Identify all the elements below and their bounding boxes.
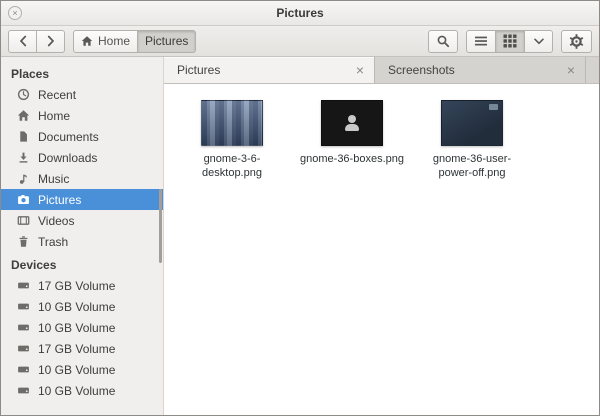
camera-icon (16, 193, 30, 206)
music-note-icon (16, 172, 30, 185)
file-name: gnome-36-user-power-off.png (418, 152, 526, 181)
view-options-dropdown-button[interactable] (524, 30, 553, 53)
sidebar-item-label: 10 GB Volume (38, 384, 115, 398)
sidebar-item-label: 10 GB Volume (38, 300, 115, 314)
document-icon (16, 130, 30, 143)
sidebar-item-label: Pictures (38, 193, 81, 207)
drive-icon (16, 363, 30, 376)
drive-icon (16, 279, 30, 292)
sidebar-item-home[interactable]: Home (1, 105, 163, 126)
file-thumbnail (201, 100, 263, 146)
trash-icon (16, 235, 30, 248)
forward-button[interactable] (36, 30, 65, 53)
sidebar-item-label: 17 GB Volume (38, 279, 115, 293)
sidebar-item-downloads[interactable]: Downloads (1, 147, 163, 168)
download-arrow-icon (16, 151, 30, 164)
window-close-button[interactable]: × (8, 6, 22, 20)
search-icon (436, 34, 450, 48)
breadcrumb-pictures-button[interactable]: Pictures (137, 30, 196, 53)
home-icon (81, 35, 93, 47)
sidebar-item-label: Downloads (38, 151, 97, 165)
sidebar-item-label: Recent (38, 88, 76, 102)
gear-icon (569, 34, 584, 49)
file-grid: gnome-3-6-desktop.png gnome-36-boxes.png… (164, 84, 599, 415)
sidebar-item-volume-6[interactable]: 10 GB Volume (1, 380, 163, 401)
sidebar-item-volume-2[interactable]: 10 GB Volume (1, 296, 163, 317)
main-pane: Pictures × Screenshots × gnome-3-6-deskt… (164, 57, 599, 415)
file-item-boxes-png[interactable]: gnome-36-boxes.png (298, 100, 406, 166)
drive-icon (16, 300, 30, 313)
chevron-right-icon (47, 35, 55, 47)
sidebar-item-label: 17 GB Volume (38, 342, 115, 356)
file-thumbnail (441, 100, 503, 146)
tab-pictures[interactable]: Pictures × (164, 57, 375, 83)
sidebar-section-places: Places (1, 61, 163, 84)
drive-icon (16, 342, 30, 355)
tab-screenshots[interactable]: Screenshots × (375, 57, 586, 83)
sidebar-item-trash[interactable]: Trash (1, 231, 163, 252)
history-nav-group (8, 30, 65, 53)
sidebar-item-label: Trash (38, 235, 68, 249)
window-title: Pictures (276, 6, 323, 20)
sidebar-item-label: Documents (38, 130, 99, 144)
file-item-power-off-png[interactable]: gnome-36-user-power-off.png (418, 100, 526, 181)
file-name: gnome-36-boxes.png (300, 152, 404, 166)
window-body: Places Recent Home Documents (1, 57, 599, 415)
breadcrumb: Home Pictures (73, 30, 196, 53)
drive-icon (16, 321, 30, 334)
sidebar-item-label: Videos (38, 214, 74, 228)
tab-label: Pictures (177, 63, 348, 77)
file-name: gnome-3-6-desktop.png (178, 152, 286, 181)
search-button[interactable] (428, 30, 458, 53)
sidebar-item-volume-4[interactable]: 17 GB Volume (1, 338, 163, 359)
sidebar-item-label: 10 GB Volume (38, 321, 115, 335)
grid-view-icon (503, 34, 517, 48)
titlebar: × Pictures (1, 1, 599, 26)
sidebar-item-volume-5[interactable]: 10 GB Volume (1, 359, 163, 380)
sidebar-item-recent[interactable]: Recent (1, 84, 163, 105)
tab-bar: Pictures × Screenshots × (164, 57, 599, 84)
chevron-left-icon (19, 35, 27, 47)
sidebar-item-label: Music (38, 172, 69, 186)
file-item-desktop-png[interactable]: gnome-3-6-desktop.png (178, 100, 286, 181)
breadcrumb-pictures-label: Pictures (145, 34, 188, 48)
view-switcher-group (466, 30, 553, 53)
file-manager-window: × Pictures Home Pi (0, 0, 600, 416)
list-view-button[interactable] (466, 30, 496, 53)
sidebar-item-pictures[interactable]: Pictures (1, 189, 163, 210)
sidebar-section-devices: Devices (1, 252, 163, 275)
tab-close-icon[interactable]: × (565, 63, 577, 77)
list-view-icon (474, 35, 488, 47)
sidebar-item-label: Home (38, 109, 70, 123)
sidebar-item-volume-3[interactable]: 10 GB Volume (1, 317, 163, 338)
breadcrumb-home-label: Home (98, 34, 130, 48)
chevron-down-icon (534, 38, 544, 45)
tab-close-icon[interactable]: × (354, 63, 366, 77)
back-button[interactable] (8, 30, 37, 53)
settings-button[interactable] (561, 30, 592, 53)
toolbar: Home Pictures (1, 26, 599, 57)
file-thumbnail (321, 100, 383, 146)
home-icon (16, 109, 30, 122)
tab-label: Screenshots (388, 63, 559, 77)
sidebar-item-volume-1[interactable]: 17 GB Volume (1, 275, 163, 296)
clock-icon (16, 88, 30, 101)
sidebar-item-label: 10 GB Volume (38, 363, 115, 377)
sidebar: Places Recent Home Documents (1, 57, 164, 415)
sidebar-scrollbar[interactable] (159, 189, 162, 263)
sidebar-item-videos[interactable]: Videos (1, 210, 163, 231)
breadcrumb-home-button[interactable]: Home (73, 30, 138, 53)
drive-icon (16, 384, 30, 397)
sidebar-item-music[interactable]: Music (1, 168, 163, 189)
grid-view-button[interactable] (495, 30, 525, 53)
film-icon (16, 214, 30, 227)
sidebar-item-documents[interactable]: Documents (1, 126, 163, 147)
